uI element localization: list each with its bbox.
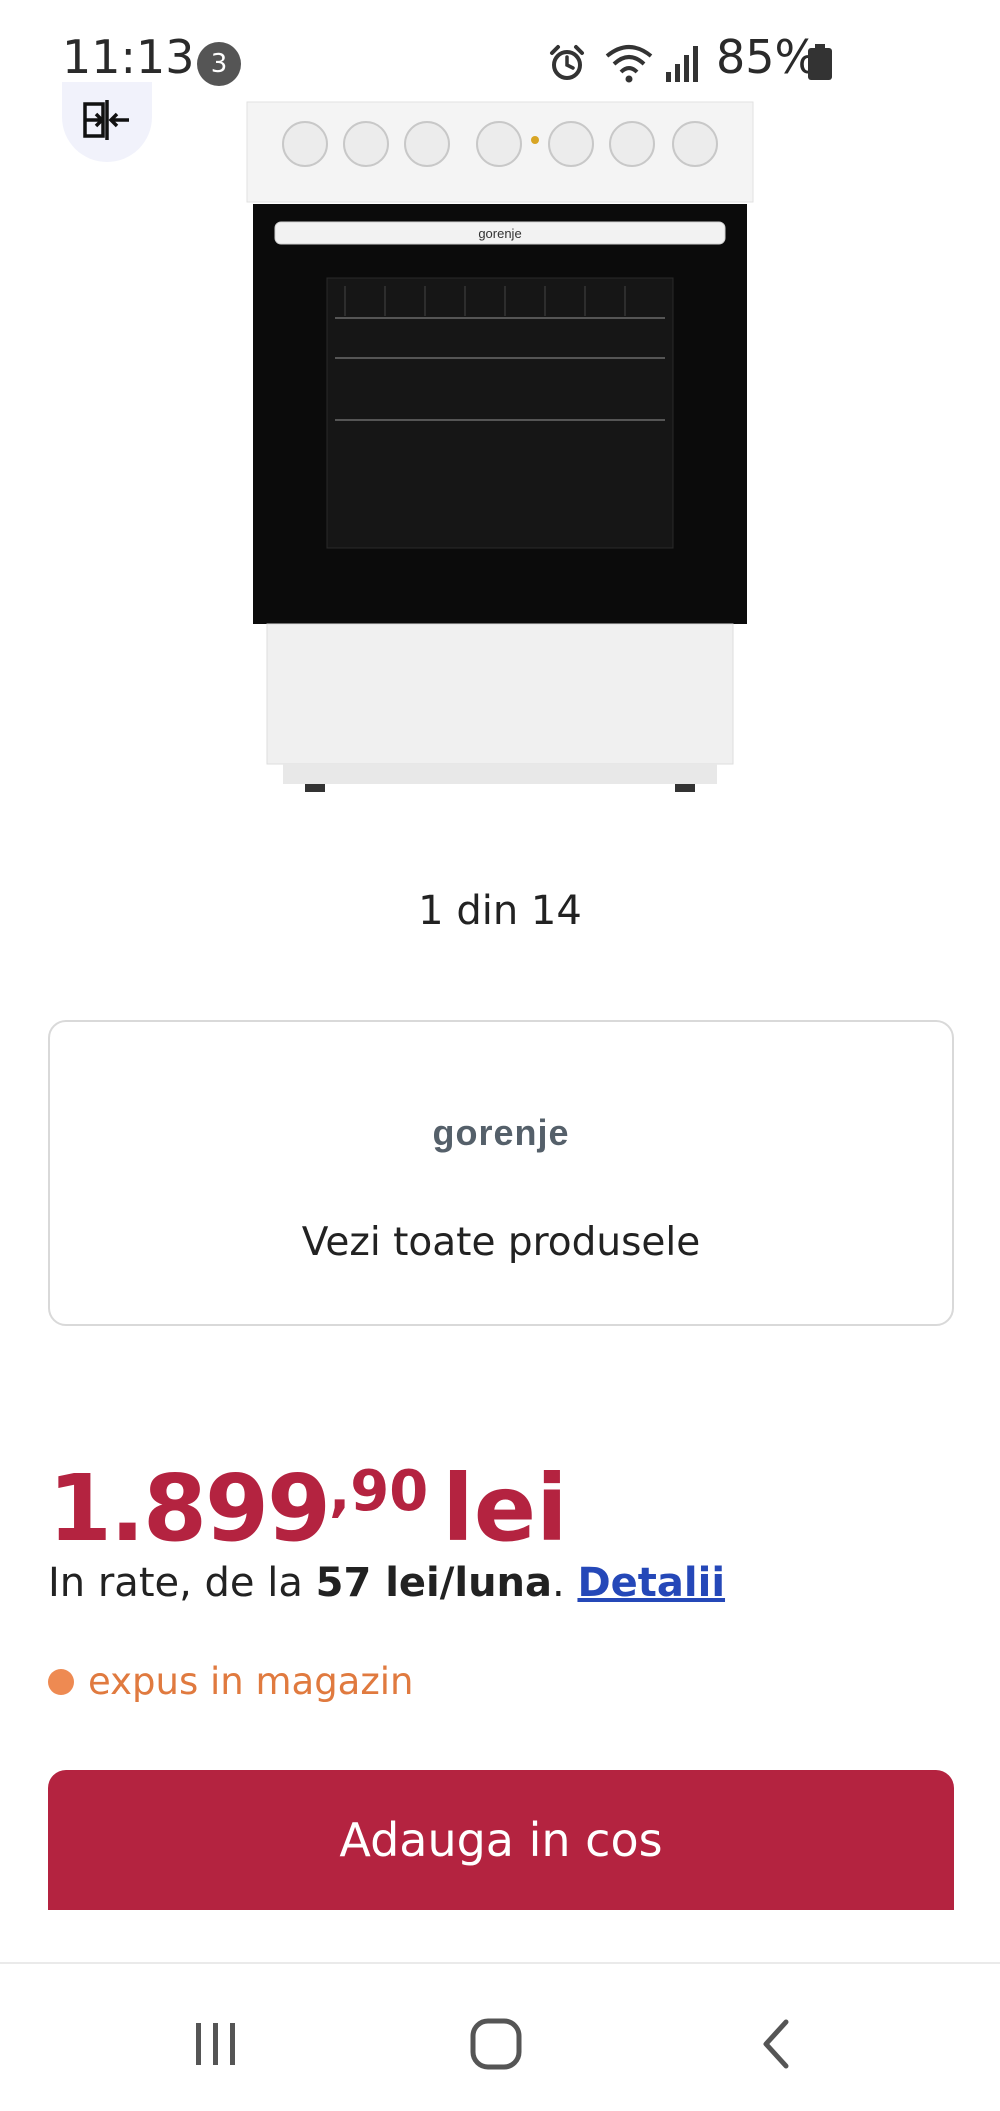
view-all-products-link[interactable]: Vezi toate produsele xyxy=(50,1220,952,1265)
recent-apps-button[interactable] xyxy=(176,2004,256,2084)
back-icon xyxy=(763,2019,789,2069)
installments-details-link[interactable]: Detalii xyxy=(577,1560,725,1606)
recent-apps-icon xyxy=(196,2023,235,2065)
wifi-icon xyxy=(605,45,653,83)
gallery-counter: 1 din 14 xyxy=(418,888,582,934)
add-to-cart-button[interactable]: Adauga in cos xyxy=(48,1770,954,1910)
alarm-icon xyxy=(550,45,584,80)
product-image[interactable]: gorenje xyxy=(245,100,755,800)
back-button[interactable] xyxy=(736,2004,816,2084)
availability-text: expus in magazin xyxy=(88,1660,414,1703)
brand-logo: gorenje xyxy=(432,1112,570,1153)
home-button[interactable] xyxy=(456,2004,536,2084)
installments-info: In rate, de la 57 lei/luna. Detalii xyxy=(48,1560,725,1606)
brand-card[interactable]: gorenje Vezi toate produsele xyxy=(48,1020,954,1326)
compare-button[interactable] xyxy=(62,82,152,162)
home-icon xyxy=(470,2018,522,2070)
installments-prefix: In rate, de la xyxy=(48,1560,303,1606)
battery-icon xyxy=(808,44,832,80)
product-image-brand: gorenje xyxy=(478,226,521,241)
availability-dot-icon xyxy=(48,1668,74,1695)
installments-amount: 57 lei/luna xyxy=(315,1560,553,1606)
notification-count-badge: 3 xyxy=(197,42,241,86)
battery-percent: 85% xyxy=(716,30,819,84)
signal-icon xyxy=(666,46,698,82)
price-decimals: ,90 xyxy=(329,1459,429,1524)
status-time: 11:13 xyxy=(62,30,195,84)
installments-suffix: . xyxy=(552,1560,565,1606)
price-integer: 1.899 xyxy=(48,1455,331,1562)
compare-icon xyxy=(83,100,129,140)
availability-status: expus in magazin xyxy=(48,1660,414,1703)
product-price: 1.899,90 lei xyxy=(48,1455,568,1562)
system-nav-bar xyxy=(0,1964,1000,2111)
price-currency: lei xyxy=(442,1455,568,1562)
